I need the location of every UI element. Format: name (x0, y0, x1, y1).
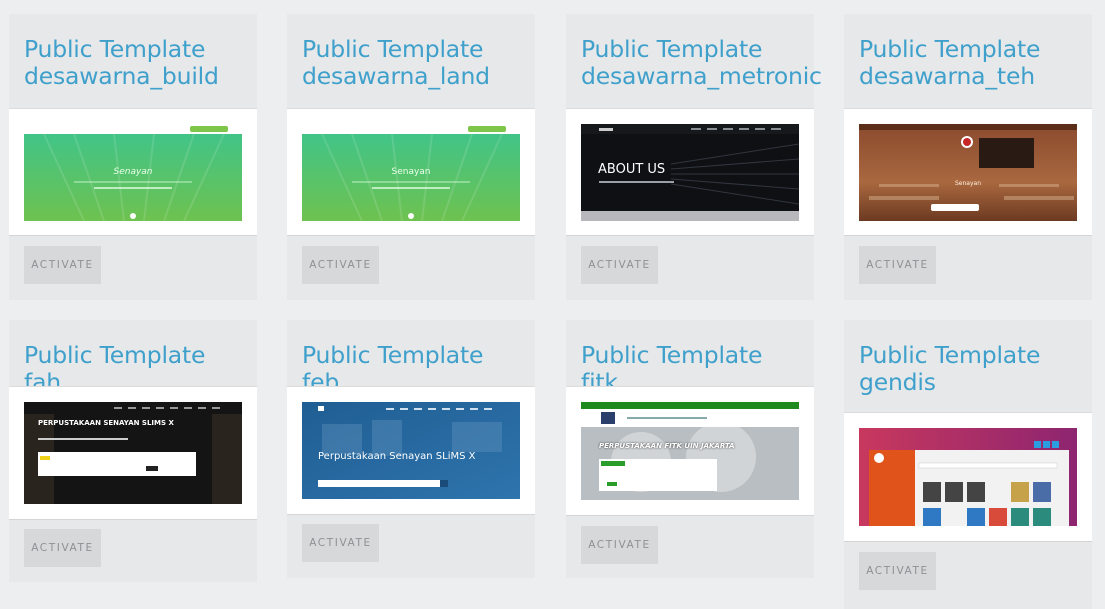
template-thumbnail (859, 428, 1077, 526)
template-card-desawarna-build: Public Template desawarna_build Senayan … (9, 14, 257, 300)
thumbnail-caption: Senayan (113, 167, 153, 177)
template-card-fah: Public Template fah PERPUSTAKAAN SENAYAN… (9, 320, 257, 582)
activate-button[interactable]: ACTIVATE (24, 246, 101, 284)
activate-button[interactable]: ACTIVATE (581, 246, 658, 284)
thumbnail-panel: Senayan (844, 108, 1092, 236)
activate-button[interactable]: ACTIVATE (859, 246, 936, 284)
template-title: Public Template fitk (581, 341, 763, 396)
template-thumbnail: Senayan (302, 124, 520, 221)
template-thumbnail: PERPUSTAKAAN FITK UIN JAKARTA (581, 402, 799, 500)
activate-button[interactable]: ACTIVATE (302, 246, 379, 284)
activate-button[interactable]: ACTIVATE (581, 526, 658, 564)
thumbnail-panel: Senayan (287, 108, 535, 236)
activate-button[interactable]: ACTIVATE (859, 552, 936, 590)
template-title: Public Template desawarna_metronic (581, 35, 822, 90)
thumbnail-caption: PERPUSTAKAAN SENAYAN SLIMS X (38, 419, 174, 427)
template-card-desawarna-teh: Public Template desawarna_teh Senayan AC… (844, 14, 1092, 300)
template-title: Public Template feb (302, 341, 484, 396)
template-card-desawarna-land: Public Template desawarna_land Senayan A… (287, 14, 535, 300)
template-thumbnail: Senayan (859, 124, 1077, 221)
template-title: Public Template desawarna_land (302, 35, 490, 90)
template-thumbnail: ABOUT US (581, 124, 799, 221)
thumbnail-caption: Perpustakaan Senayan SLiMS X (318, 451, 476, 462)
template-card-desawarna-metronic: Public Template desawarna_metronic ABOUT… (566, 14, 822, 300)
template-thumbnail: Perpustakaan Senayan SLiMS X (302, 402, 520, 499)
thumbnail-panel: Perpustakaan Senayan SLiMS X (287, 386, 535, 515)
template-thumbnail: PERPUSTAKAAN SENAYAN SLIMS X (24, 402, 242, 504)
template-card-feb: Public Template feb Perpustakaan Senayan… (287, 320, 535, 578)
thumbnail-caption: Senayan (391, 167, 431, 177)
template-title: Public Template gendis (859, 341, 1041, 396)
thumbnail-panel: Senayan (9, 108, 257, 236)
thumbnail-panel: ABOUT US (566, 108, 814, 236)
thumbnail-panel: PERPUSTAKAAN SENAYAN SLIMS X (9, 386, 257, 520)
template-title: Public Template fah (24, 341, 206, 396)
activate-button[interactable]: ACTIVATE (24, 529, 101, 567)
template-card-fitk: Public Template fitk PERPUSTAKAAN FITK U… (566, 320, 814, 578)
template-card-gendis: Public Template gendis ACTIVATE (844, 320, 1092, 609)
template-title: Public Template desawarna_build (24, 35, 219, 90)
activate-button[interactable]: ACTIVATE (302, 524, 379, 562)
thumbnail-panel: PERPUSTAKAAN FITK UIN JAKARTA (566, 386, 814, 516)
thumbnail-caption: Senayan (954, 180, 981, 187)
template-thumbnail: Senayan (24, 124, 242, 221)
template-title: Public Template desawarna_teh (859, 35, 1041, 90)
thumbnail-panel (844, 412, 1092, 542)
thumbnail-caption: ABOUT US (598, 162, 666, 177)
thumbnail-caption: PERPUSTAKAAN FITK UIN JAKARTA (599, 442, 735, 450)
